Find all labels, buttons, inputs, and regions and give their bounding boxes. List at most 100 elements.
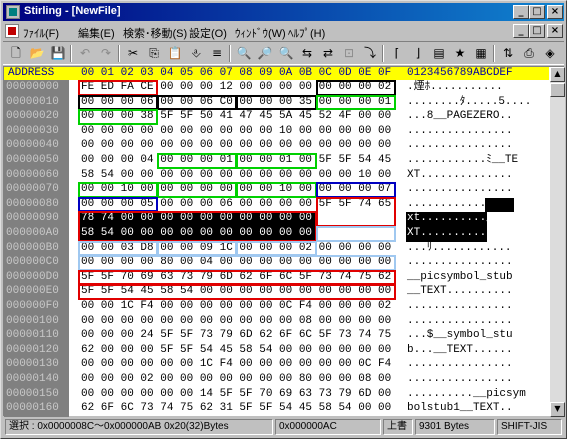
hex-row[interactable]: 000000E0 5F 5F 54 45 58 54 00 00 00 00 00… bbox=[4, 285, 549, 298]
row-hex-bytes[interactable]: 00 00 00 00 00 00 00 00 00 00 10 00 00 0… bbox=[81, 125, 391, 138]
row-hex-bytes[interactable]: 00 00 03 D8 00 00 09 1C 00 00 00 02 00 0… bbox=[81, 242, 391, 255]
replace-icon[interactable]: ⇄ bbox=[318, 44, 338, 63]
scroll-up-button[interactable]: ▲ bbox=[550, 67, 565, 82]
row-hex-bytes[interactable]: 62 6F 6C 73 74 75 62 31 5F 5F 54 45 58 5… bbox=[81, 402, 391, 415]
row-ascii[interactable]: __TEXT.......... bbox=[407, 285, 513, 298]
row-ascii[interactable]: XT.............. bbox=[407, 227, 513, 240]
scroll-thumb[interactable] bbox=[550, 83, 565, 97]
row-ascii[interactable]: ...$__symbol_stu bbox=[407, 329, 513, 342]
hex-row[interactable]: 000000D0 5F 5F 70 69 63 73 79 6D 62 6F 6C… bbox=[4, 271, 549, 284]
insert-icon[interactable]: ⎀ bbox=[186, 44, 206, 63]
row-hex-bytes[interactable]: 00 00 00 00 00 00 00 00 00 00 00 00 00 0… bbox=[81, 139, 391, 152]
scroll-down-button[interactable]: ▼ bbox=[550, 402, 565, 417]
row-ascii[interactable]: ................ bbox=[407, 125, 513, 138]
row-ascii[interactable]: xt..........__TE bbox=[407, 212, 513, 225]
row-ascii[interactable]: ........ﾀ.....5.... bbox=[407, 96, 531, 109]
row-hex-bytes[interactable]: 78 74 00 00 00 00 00 00 00 00 00 00 5F 5… bbox=[81, 212, 391, 225]
row-ascii[interactable]: ...ﾘ............ bbox=[407, 242, 512, 255]
menu-search[interactable]: 検索･移動(S) bbox=[123, 25, 187, 41]
hex-row[interactable]: 00000060 58 54 00 00 00 00 00 00 00 00 00… bbox=[4, 169, 549, 182]
row-ascii[interactable]: ..........__picsym bbox=[407, 388, 526, 401]
print-icon[interactable]: ⎙ bbox=[519, 44, 539, 63]
menu-edit[interactable]: 編集(E) bbox=[78, 25, 115, 41]
row-ascii[interactable]: ............__te bbox=[407, 198, 513, 211]
maximize-button[interactable]: □ bbox=[529, 5, 545, 19]
hex-row[interactable]: 000000B0 00 00 03 D8 00 00 09 1C 00 00 00… bbox=[4, 242, 549, 255]
save-icon[interactable]: 💾 bbox=[48, 44, 68, 63]
goto-icon[interactable]: ⊡ bbox=[339, 44, 359, 63]
hex-row[interactable]: 00000000 FE ED FA CE 00 00 00 12 00 00 00… bbox=[4, 81, 549, 94]
mdi-minimize-button[interactable]: _ bbox=[513, 24, 529, 38]
hex-row[interactable]: 00000140 00 00 00 02 00 00 00 00 00 00 00… bbox=[4, 373, 549, 386]
structure-icon[interactable]: ▤ bbox=[429, 44, 449, 63]
hex-row[interactable]: 00000120 62 00 00 00 5F 5F 54 45 58 54 00… bbox=[4, 344, 549, 357]
hex-row[interactable]: 00000130 00 00 00 00 00 00 1C F4 00 00 00… bbox=[4, 358, 549, 371]
row-hex-bytes[interactable]: 00 00 00 24 5F 5F 73 79 6D 62 6F 6C 5F 7… bbox=[81, 329, 391, 342]
row-ascii[interactable]: b...__TEXT...... bbox=[407, 344, 513, 357]
hex-row[interactable]: 00000070 00 00 10 00 00 00 00 00 00 00 10… bbox=[4, 183, 549, 196]
row-hex-bytes[interactable]: 00 00 00 38 5F 5F 50 41 47 45 5A 45 52 4… bbox=[81, 110, 391, 123]
row-ascii[interactable]: XT.............. bbox=[407, 169, 513, 182]
row-ascii[interactable]: ...8__PAGEZERO.. bbox=[407, 110, 513, 123]
hex-row[interactable]: 00000150 00 00 00 00 00 00 14 5F 5F 70 69… bbox=[4, 388, 549, 401]
row-ascii[interactable]: ................ bbox=[407, 300, 513, 313]
find-next-icon[interactable]: 🔎 bbox=[255, 44, 275, 63]
row-hex-bytes[interactable]: FE ED FA CE 00 00 00 12 00 00 00 00 00 0… bbox=[81, 81, 391, 94]
row-hex-bytes[interactable]: 00 00 00 02 00 00 00 00 00 00 00 80 00 0… bbox=[81, 373, 391, 386]
bitmap-icon[interactable]: ▦ bbox=[471, 44, 491, 63]
hex-row[interactable]: 00000110 00 00 00 24 5F 5F 73 79 6D 62 6F… bbox=[4, 329, 549, 342]
row-hex-bytes[interactable]: 58 54 00 00 00 00 00 00 00 00 00 00 00 0… bbox=[81, 227, 391, 240]
hex-row[interactable]: 00000100 00 00 00 00 00 00 00 00 00 00 00… bbox=[4, 315, 549, 328]
mdi-restore-button[interactable]: □ bbox=[529, 24, 545, 38]
row-ascii[interactable]: ................ bbox=[407, 183, 513, 196]
close-button[interactable]: × bbox=[547, 5, 563, 19]
jump-icon[interactable]: ⤵ bbox=[360, 44, 380, 63]
row-hex-bytes[interactable]: 58 54 00 00 00 00 00 00 00 00 00 00 00 0… bbox=[81, 169, 391, 182]
row-hex-bytes[interactable]: 5F 5F 70 69 63 73 79 6D 62 6F 6C 5F 73 7… bbox=[81, 271, 391, 284]
stats-icon[interactable]: ⇅ bbox=[498, 44, 518, 63]
row-hex-bytes[interactable]: 00 00 00 00 00 00 00 00 00 00 00 08 00 0… bbox=[81, 315, 391, 328]
row-hex-bytes[interactable]: 62 00 00 00 5F 5F 54 45 58 54 00 00 00 0… bbox=[81, 344, 391, 357]
row-ascii[interactable]: ................ bbox=[407, 139, 513, 152]
row-hex-bytes[interactable]: 00 00 00 05 00 00 00 06 00 00 00 00 5F 5… bbox=[81, 198, 391, 211]
row-hex-bytes[interactable]: 00 00 10 00 00 00 00 00 00 00 10 00 00 0… bbox=[81, 183, 391, 196]
cut-icon[interactable]: ✂ bbox=[123, 44, 143, 63]
menu-settings[interactable]: 設定(O) bbox=[189, 25, 227, 41]
hex-row[interactable]: 00000040 00 00 00 00 00 00 00 00 00 00 00… bbox=[4, 139, 549, 152]
hex-row[interactable]: 00000160 62 6F 6C 73 74 75 62 31 5F 5F 54… bbox=[4, 402, 549, 415]
vertical-scrollbar[interactable]: ▲ ▼ bbox=[550, 67, 565, 417]
row-ascii[interactable]: ................ bbox=[407, 373, 513, 386]
menu-help[interactable]: ﾍﾙﾌﾟ(H) bbox=[288, 25, 325, 41]
find-prev-icon[interactable]: 🔍 bbox=[276, 44, 296, 63]
find-replace-icon[interactable]: ⇆ bbox=[297, 44, 317, 63]
props-icon[interactable]: ◈ bbox=[540, 44, 560, 63]
hex-editor-view[interactable]: ADDRESS 00 01 02 03 04 05 06 07 08 09 0A… bbox=[3, 66, 565, 417]
row-ascii[interactable]: .煙ﾎ........... bbox=[407, 81, 503, 94]
menu-file[interactable]: ﾌｧｲﾙ(F) bbox=[23, 25, 59, 41]
row-hex-bytes[interactable]: 00 00 00 06 00 00 06 C0 00 00 00 35 00 0… bbox=[81, 96, 391, 109]
row-ascii[interactable]: __picsymbol_stub bbox=[407, 271, 513, 284]
mdi-close-button[interactable]: × bbox=[547, 24, 563, 38]
row-ascii[interactable]: ................ bbox=[407, 256, 513, 269]
row-hex-bytes[interactable]: 5F 5F 54 45 58 54 00 00 00 00 00 00 00 0… bbox=[81, 285, 391, 298]
row-ascii[interactable]: ............ﾐ__TE bbox=[407, 154, 518, 167]
block-start-icon[interactable]: ⌈ bbox=[387, 44, 407, 63]
new-file-icon[interactable]: 🗋 bbox=[6, 44, 26, 63]
redo-icon[interactable]: ↷ bbox=[96, 44, 116, 63]
minimize-button[interactable]: _ bbox=[513, 5, 529, 19]
row-ascii[interactable]: bolstub1__TEXT.. bbox=[407, 402, 513, 415]
open-folder-icon[interactable]: 📂 bbox=[27, 44, 47, 63]
paste-icon[interactable]: 📋 bbox=[165, 44, 185, 63]
hex-row[interactable]: 00000090 78 74 00 00 00 00 00 00 00 00 00… bbox=[4, 212, 549, 225]
row-hex-bytes[interactable]: 00 00 00 04 00 00 00 01 00 00 01 00 5F 5… bbox=[81, 154, 391, 167]
hex-row[interactable]: 00000020 00 00 00 38 5F 5F 50 41 47 45 5A… bbox=[4, 110, 549, 123]
bookmark-icon[interactable]: ★ bbox=[450, 44, 470, 63]
row-ascii[interactable]: ................ bbox=[407, 315, 513, 328]
copy-icon[interactable]: ⎘ bbox=[144, 44, 164, 63]
hex-row[interactable]: 000000A0 58 54 00 00 00 00 00 00 00 00 00… bbox=[4, 227, 549, 240]
hex-row[interactable]: 00000080 00 00 00 05 00 00 00 06 00 00 00… bbox=[4, 198, 549, 211]
undo-icon[interactable]: ↶ bbox=[75, 44, 95, 63]
row-ascii[interactable]: ................ bbox=[407, 358, 513, 371]
hex-row[interactable]: 000000C0 00 00 00 00 80 00 04 00 00 00 00… bbox=[4, 256, 549, 269]
hex-row[interactable]: 00000030 00 00 00 00 00 00 00 00 00 00 10… bbox=[4, 125, 549, 138]
